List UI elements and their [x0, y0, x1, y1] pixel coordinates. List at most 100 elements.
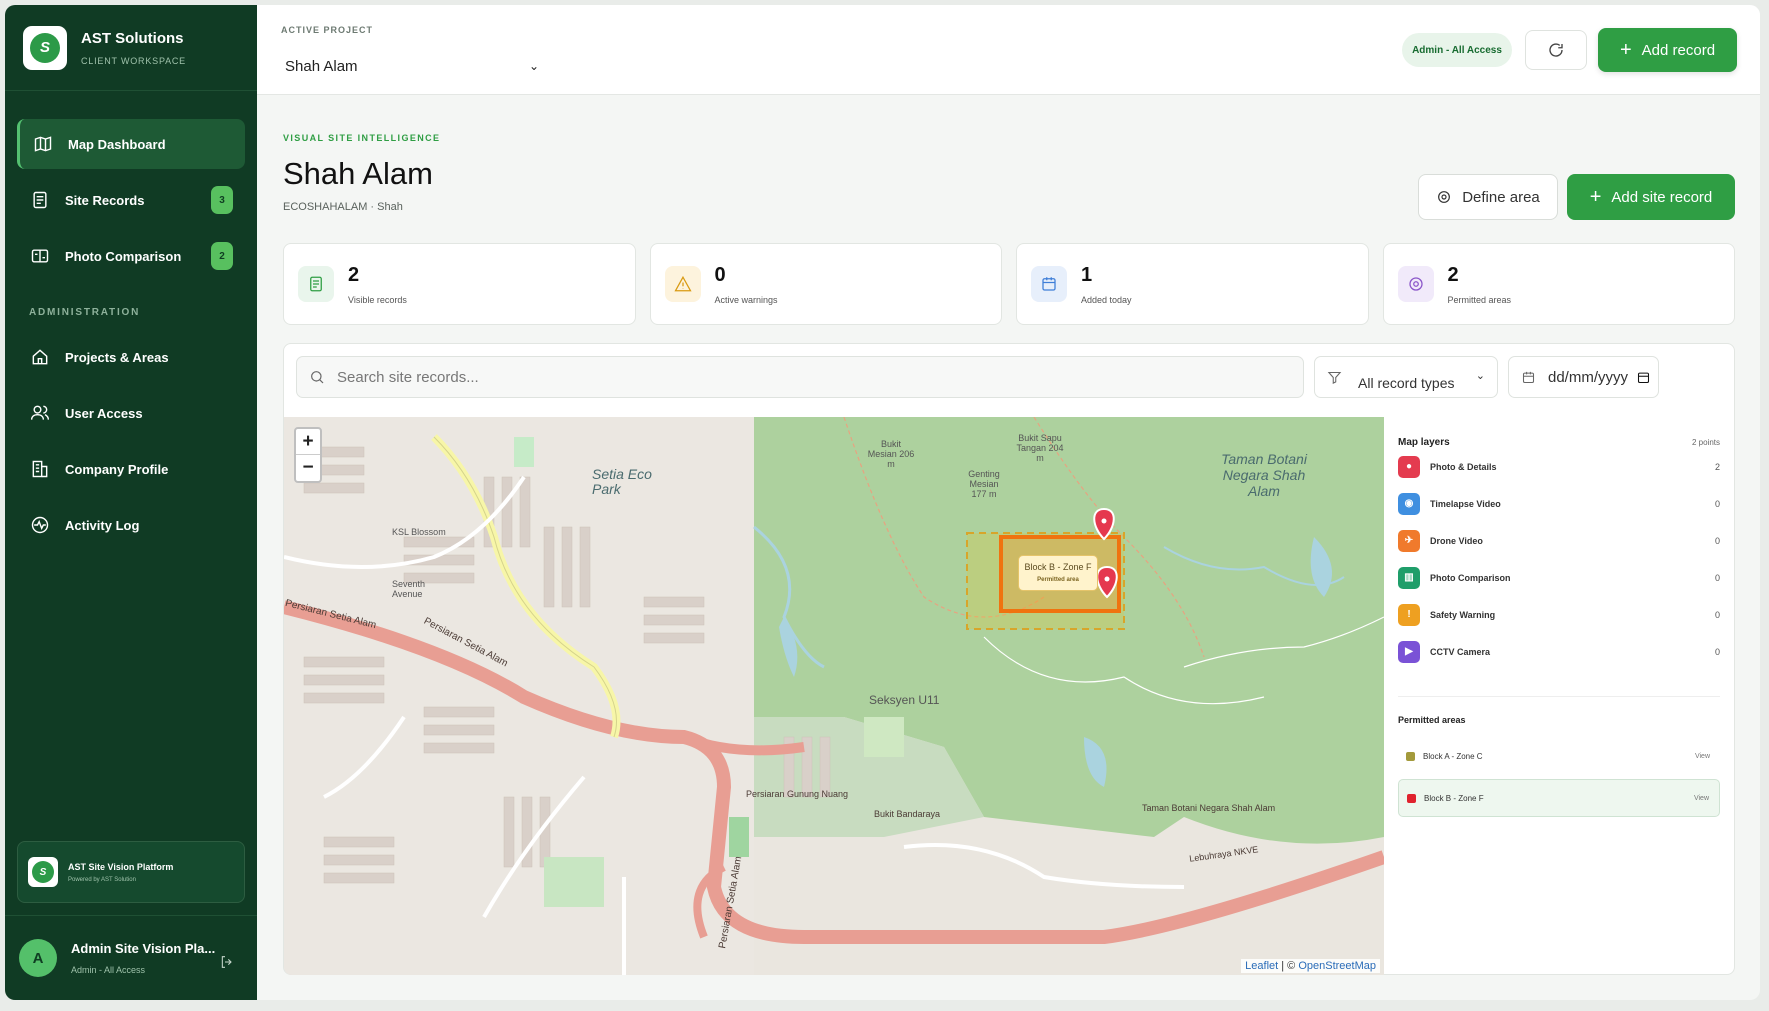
- stat-label: Added today: [1081, 294, 1132, 305]
- layer-count: 0: [1714, 498, 1720, 509]
- map-label-road: Persiaran Gunung Nuang: [746, 789, 849, 799]
- permitted-area-label: Block B - Zone F: [1424, 793, 1484, 803]
- map-tiles: [284, 417, 1384, 975]
- nav-item-photo-comparison[interactable]: Photo Comparison 2: [17, 231, 245, 281]
- add-record-button[interactable]: + Add record: [1598, 28, 1737, 72]
- stat-value: 2: [1447, 263, 1459, 286]
- stat-value: 0: [714, 263, 726, 286]
- layer-photo-comparison[interactable]: ▥ Photo Comparison 0: [1398, 559, 1720, 596]
- brand-logo: S: [23, 25, 67, 70]
- stat-card-visible-records: 2 Visible records: [283, 243, 636, 325]
- user-name: Admin Site Vision Pla...: [71, 941, 216, 956]
- page-title: Shah Alam: [283, 156, 433, 191]
- view-link[interactable]: View: [1695, 753, 1710, 760]
- layer-safety-warning[interactable]: ! Safety Warning 0: [1398, 596, 1720, 633]
- layer-label: Photo Comparison: [1430, 572, 1511, 583]
- attribution-sep: | ©: [1281, 960, 1296, 972]
- project-select[interactable]: Shah Alam ⌄: [281, 53, 539, 79]
- record-type-select[interactable]: All record types ⌄: [1314, 356, 1498, 398]
- view-link[interactable]: View: [1694, 795, 1709, 802]
- permitted-area-item[interactable]: Block A - Zone C View: [1398, 737, 1720, 775]
- map-panel: Search site records... All record types …: [283, 343, 1735, 975]
- map-label-setia-eco-park: Setia Eco Park: [592, 466, 652, 497]
- calendar-picker-icon[interactable]: [1636, 370, 1651, 385]
- project-label: ACTIVE PROJECT: [281, 25, 374, 35]
- document-icon: [29, 189, 51, 211]
- popup-subtitle: Permitted area: [1037, 577, 1079, 583]
- plus-icon: +: [1589, 186, 1602, 208]
- platform-card: S AST Site Vision Platform Powered by AS…: [17, 841, 245, 903]
- nav-item-company-profile[interactable]: Company Profile: [17, 444, 245, 494]
- layer-label: Drone Video: [1430, 535, 1483, 546]
- stat-label: Permitted areas: [1447, 294, 1512, 305]
- search-input[interactable]: Search site records...: [296, 356, 1304, 398]
- compare-icon: ▥: [1398, 566, 1420, 589]
- layer-label: CCTV Camera: [1430, 646, 1491, 657]
- nav-item-label: Photo Comparison: [65, 248, 182, 264]
- nav-badge: 3: [211, 186, 233, 214]
- add-site-record-button[interactable]: + Add site record: [1567, 174, 1735, 220]
- map-canvas[interactable]: + − Setia Eco Park Taman Botani Negara S…: [284, 417, 1384, 975]
- nav-item-label: Projects & Areas: [65, 349, 169, 365]
- role-pill: Admin - All Access: [1402, 33, 1512, 67]
- map-label-road: Taman Botani Negara Shah Alam: [1142, 803, 1276, 813]
- logout-icon[interactable]: [219, 954, 235, 970]
- warning-icon: [664, 266, 701, 302]
- nav-item-map-dashboard[interactable]: Map Dashboard: [17, 119, 245, 169]
- zoom-out-button[interactable]: −: [296, 455, 320, 481]
- filter-icon: [1327, 371, 1342, 384]
- map-attribution: Leaflet | © OpenStreetMap: [1241, 959, 1380, 973]
- map-label-road: Bukit Bandaraya: [874, 809, 941, 819]
- stats-row: 2 Visible records 0 Active warnings 1 Added…: [283, 243, 1735, 325]
- layer-count: 0: [1714, 609, 1720, 620]
- building-icon: [29, 458, 51, 480]
- layer-photo-details[interactable]: ● Photo & Details 2: [1398, 448, 1720, 485]
- date-input[interactable]: dd/mm/yyyy: [1508, 356, 1659, 398]
- refresh-button[interactable]: [1525, 30, 1587, 70]
- stat-card-active-warnings: 0 Active warnings: [649, 243, 1002, 325]
- map-label-genting: Genting Mesian 177 m: [968, 469, 1000, 499]
- permitted-area-item[interactable]: Block B - Zone F View: [1398, 779, 1720, 817]
- map-label-bukit-mesian: Bukit Mesian 206 m: [867, 439, 915, 469]
- stat-value: 1: [1081, 263, 1093, 286]
- platform-title: AST Site Vision Platform: [68, 861, 174, 872]
- nav-item-label: Company Profile: [65, 461, 169, 477]
- layer-count: 0: [1714, 646, 1720, 657]
- calendar-icon: [1031, 266, 1067, 302]
- topbar: ACTIVE PROJECT Shah Alam ⌄ Admin - All A…: [257, 5, 1760, 95]
- document-icon: [298, 266, 334, 302]
- map-layers-panel: Map layers 2 points ● Photo & Details 2 ◉ T…: [1384, 417, 1734, 975]
- nav-item-user-access[interactable]: User Access: [17, 388, 245, 438]
- define-area-button[interactable]: Define area: [1418, 174, 1558, 220]
- search-icon: [311, 371, 324, 384]
- compare-icon: [29, 245, 51, 267]
- permitted-areas-title: Permitted areas: [1398, 696, 1720, 725]
- layer-drone-video[interactable]: ✈ Drone Video 0: [1398, 522, 1720, 559]
- zoom-in-button[interactable]: +: [296, 429, 320, 455]
- layer-count: 2: [1714, 461, 1720, 472]
- layer-timelapse-video[interactable]: ◉ Timelapse Video 0: [1398, 485, 1720, 522]
- platform-logo-mark: S: [32, 861, 54, 883]
- chevron-down-icon: ⌄: [1475, 370, 1485, 382]
- main-nav: Map Dashboard Site Records 3 Photo Compa…: [5, 91, 257, 550]
- users-icon: [29, 402, 51, 424]
- map-label-ksl: KSL Blossom: [392, 527, 446, 537]
- nav-item-label: User Access: [65, 405, 143, 421]
- nav-item-projects-areas[interactable]: Projects & Areas: [17, 332, 245, 382]
- platform-logo: S: [28, 857, 58, 887]
- layer-count: 0: [1714, 535, 1720, 546]
- stat-card-permitted-areas: 2 Permitted areas: [1382, 243, 1735, 325]
- leaflet-link[interactable]: Leaflet: [1245, 960, 1278, 972]
- permitted-area-popup[interactable]: Block B - Zone F Permitted area: [1018, 555, 1098, 591]
- layer-count: 0: [1714, 572, 1720, 583]
- layer-cctv-camera[interactable]: ▶ CCTV Camera 0: [1398, 633, 1720, 670]
- nav-badge: 2: [211, 242, 233, 270]
- add-site-record-label: Add site record: [1611, 188, 1713, 206]
- nav-item-label: Activity Log: [65, 517, 140, 533]
- user-profile: A Admin Site Vision Pla... Admin - All A…: [5, 915, 257, 1000]
- nav-item-site-records[interactable]: Site Records 3: [17, 175, 245, 225]
- drone-icon: ✈: [1398, 529, 1420, 552]
- map-label-taman-botani: Taman Botani Negara Shah Alam: [1221, 451, 1307, 499]
- osm-link[interactable]: OpenStreetMap: [1298, 960, 1376, 972]
- nav-item-activity-log[interactable]: Activity Log: [17, 500, 245, 550]
